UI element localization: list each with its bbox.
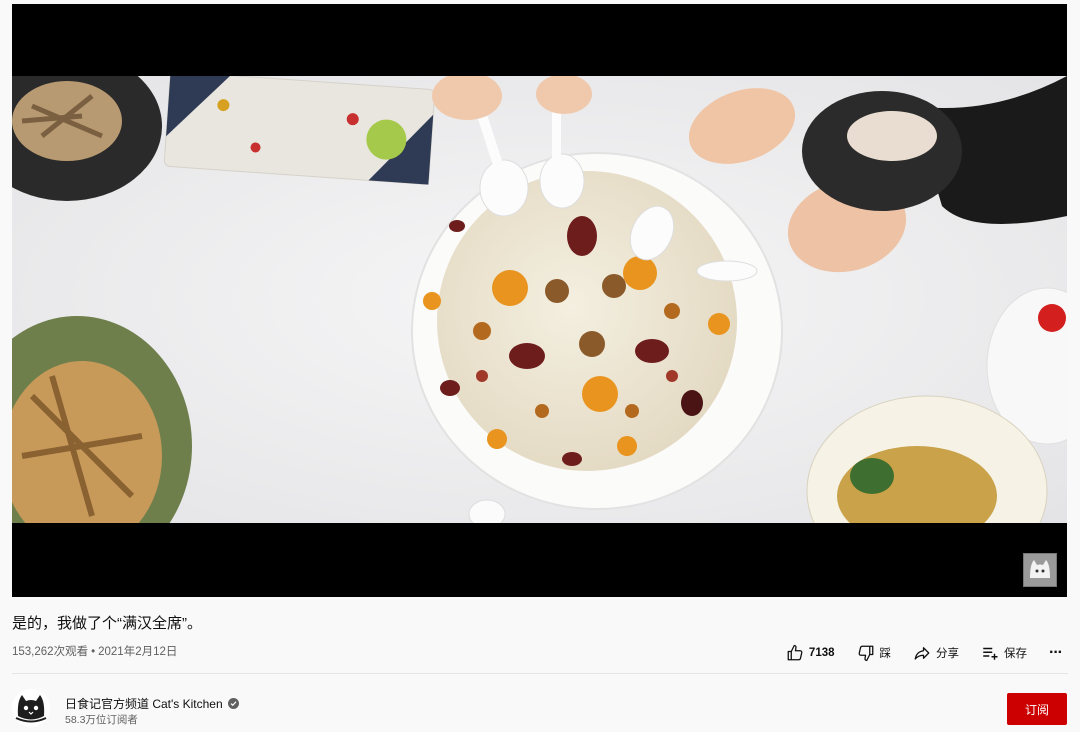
save-button[interactable]: 保存 bbox=[981, 644, 1027, 662]
section-divider bbox=[12, 673, 1068, 674]
like-count: 7138 bbox=[808, 647, 835, 659]
subscriber-count: 58.3万位订阅者 bbox=[65, 714, 138, 726]
more-actions-button[interactable]: ··· bbox=[1049, 644, 1063, 662]
channel-name[interactable]: 日食记官方频道 Cat's Kitchen bbox=[65, 695, 239, 712]
thumbs-down-icon bbox=[858, 645, 873, 662]
dislike-label: 踩 bbox=[879, 648, 892, 660]
subscribe-button[interactable]: 订阅 bbox=[1007, 693, 1067, 725]
channel-avatar[interactable] bbox=[12, 689, 50, 727]
video-player[interactable] bbox=[12, 4, 1067, 597]
video-meta: 153,262次观看 • 2021年2月12日 bbox=[12, 643, 177, 659]
share-button[interactable]: 分享 bbox=[913, 644, 959, 662]
add-to-playlist-icon bbox=[983, 647, 998, 660]
more-icon: ··· bbox=[1049, 644, 1063, 661]
video-frame bbox=[12, 76, 1067, 523]
video-thumbnail-illustration bbox=[12, 76, 1067, 523]
video-title: 是的，我做了个“满汉全席”。 bbox=[12, 615, 202, 632]
channel-watermark[interactable] bbox=[1023, 553, 1057, 587]
share-arrow-icon bbox=[914, 647, 930, 660]
dislike-button[interactable]: 踩 bbox=[857, 644, 892, 662]
view-count: 153,262次观看 bbox=[12, 646, 89, 658]
save-label: 保存 bbox=[1004, 648, 1028, 660]
channel-name-text: 日食记官方频道 Cat's Kitchen bbox=[65, 697, 223, 711]
cat-logo-icon bbox=[12, 689, 50, 727]
cat-logo-icon bbox=[1024, 554, 1056, 586]
share-label: 分享 bbox=[936, 648, 960, 660]
like-button[interactable]: 7138 bbox=[786, 644, 835, 662]
meta-separator: • bbox=[91, 646, 96, 658]
upload-date: 2021年2月12日 bbox=[98, 646, 178, 658]
thumbs-up-icon bbox=[787, 644, 803, 661]
verified-check-icon bbox=[227, 698, 239, 709]
video-actions: 7138 踩 分享 保存 ··· bbox=[764, 641, 1063, 665]
